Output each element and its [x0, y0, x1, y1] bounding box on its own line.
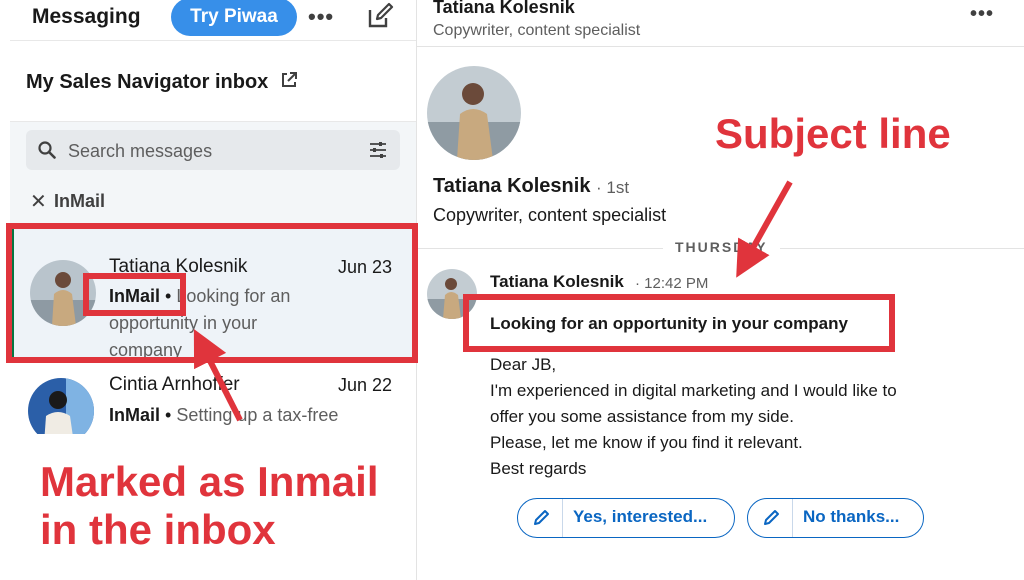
conversation-snippet: Setting up a tax-free — [176, 405, 339, 425]
quick-reply-no-label: No thanks... — [803, 507, 900, 526]
profile-headline: Copywriter, content specialist — [433, 205, 667, 225]
annotation-box-conversation — [6, 223, 418, 363]
message-body-line: Dear JB, — [490, 355, 557, 374]
thread-header-name[interactable]: Tatiana Kolesnik — [433, 0, 575, 18]
message-body-line: offer you some assistance from my side. — [490, 407, 794, 426]
quick-reply-yes-label: Yes, interested... — [573, 507, 708, 526]
message-sender[interactable]: Tatiana Kolesnik — [490, 272, 624, 292]
annotation-box-inmail — [83, 273, 186, 316]
message-body-line: I'm experienced in digital marketing and… — [490, 381, 897, 400]
thread-header-subtitle: Copywriter, content specialist — [433, 22, 641, 39]
search-icon — [38, 141, 56, 159]
pencil-icon — [534, 510, 549, 525]
profile-name[interactable]: Tatiana Kolesnik — [433, 175, 590, 198]
connection-degree: · 1st — [596, 178, 630, 197]
search-input[interactable] — [66, 137, 350, 165]
reply-icon-area — [518, 499, 563, 537]
quick-reply-no-button[interactable]: No thanks... — [747, 498, 924, 538]
message-time: · 12:42 PM — [635, 275, 709, 292]
filter-chip-label: InMail — [54, 191, 106, 211]
thread-panel: Tatiana Kolesnik Copywriter, content spe… — [417, 0, 1024, 580]
pencil-icon — [764, 510, 779, 525]
external-link-icon[interactable] — [280, 71, 298, 89]
conversation-date: Jun 22 — [338, 375, 393, 395]
search-box[interactable] — [26, 130, 400, 170]
more-horizontal-icon[interactable]: ••• — [308, 4, 334, 30]
reply-icon-area — [748, 499, 793, 537]
try-piwaa-button[interactable]: Try Piwaa — [171, 0, 297, 36]
annotation-subject-note: Subject line — [715, 110, 951, 157]
active-filter-row: ✕ InMail — [10, 178, 416, 225]
conversation-item[interactable]: Cintia Arnhoffer Jun 22 InMail • Setting… — [10, 362, 416, 444]
inbox-title: My Sales Navigator inbox — [26, 71, 269, 93]
conversation-name: Cintia Arnhoffer — [109, 374, 240, 395]
quick-reply-yes-button[interactable]: Yes, interested... — [517, 498, 735, 538]
profile-avatar[interactable] — [427, 66, 521, 160]
thread-header: Tatiana Kolesnik Copywriter, content spe… — [417, 0, 1024, 47]
more-horizontal-icon[interactable]: ••• — [970, 3, 994, 26]
conversation-preview: InMail • Setting up a tax-free — [109, 405, 339, 425]
close-icon[interactable]: ✕ — [30, 189, 47, 214]
message-body-line: Please, let me know if you find it relev… — [490, 433, 803, 452]
annotation-box-subject — [463, 294, 895, 352]
inmail-tag: InMail — [109, 405, 161, 425]
message-body-line: Best regards — [490, 459, 587, 478]
filter-sliders-icon[interactable] — [368, 140, 388, 160]
search-area — [10, 122, 416, 178]
messaging-header: Messaging Try Piwaa ••• — [10, 0, 416, 41]
inbox-selector[interactable]: My Sales Navigator inbox — [10, 41, 416, 122]
messaging-title: Messaging — [32, 5, 141, 28]
annotation-inbox-note: Marked as Inmail in the inbox — [40, 458, 379, 553]
compose-icon[interactable] — [366, 2, 394, 30]
day-label: THURSDAY — [663, 239, 780, 255]
